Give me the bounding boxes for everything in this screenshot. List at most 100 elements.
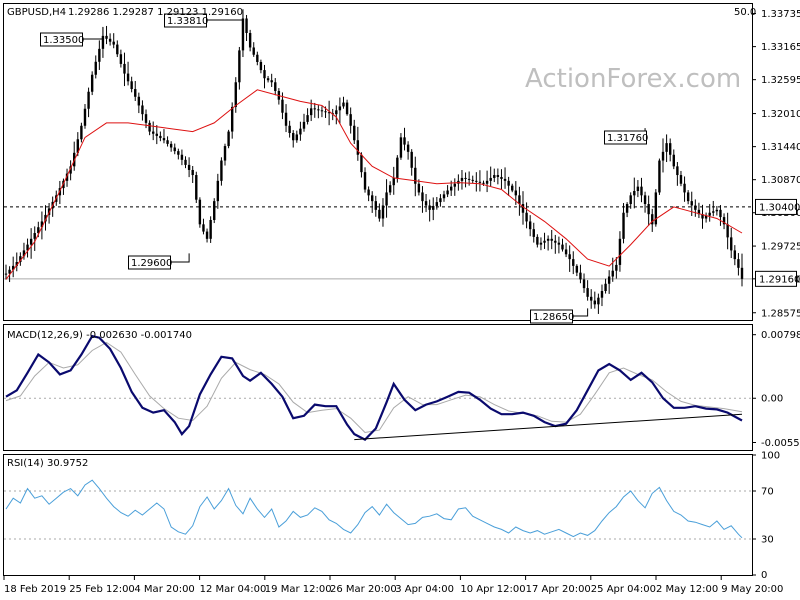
candle-body xyxy=(162,138,166,141)
candle-body xyxy=(363,172,367,190)
candle-body xyxy=(625,204,629,213)
candle-body xyxy=(180,154,184,160)
x-tick-label: 25 Apr 04:00 xyxy=(591,584,656,595)
candle-body xyxy=(209,219,212,239)
candle-body xyxy=(342,102,345,107)
candle-body xyxy=(166,140,169,144)
candle-body xyxy=(597,297,600,305)
candle-body xyxy=(191,169,194,176)
macd-tick-label: 0.00 xyxy=(761,394,783,405)
candle-body xyxy=(449,186,453,191)
candle-body xyxy=(299,128,302,135)
candle-body xyxy=(29,238,33,245)
price-tick-label: 1.30870 xyxy=(761,175,800,186)
price-tick-label: 1.33165 xyxy=(761,42,800,53)
candle-body xyxy=(712,211,715,213)
current-price-marker: 1.29160 xyxy=(759,274,800,285)
candle-body xyxy=(259,61,263,71)
candle-body xyxy=(554,240,557,243)
candle-body xyxy=(292,133,295,141)
candle-body xyxy=(564,249,568,255)
candle-body xyxy=(4,273,8,275)
candle-body xyxy=(195,175,198,200)
annotation-label: 1.33500 xyxy=(43,35,84,46)
candle-body xyxy=(478,181,482,183)
candle-body xyxy=(152,131,155,134)
candle-body xyxy=(367,189,370,196)
price-tick-label: 1.33735 xyxy=(761,9,800,20)
candle-body xyxy=(525,212,528,222)
corner-value: 50.0 xyxy=(734,7,756,18)
candle-body xyxy=(184,159,187,165)
candle-body xyxy=(550,238,553,241)
candle-body xyxy=(719,209,722,218)
candle-body xyxy=(604,283,607,292)
rsi-title: RSI(14) 30.9752 xyxy=(7,458,88,469)
candle-body xyxy=(385,192,388,206)
candle-body xyxy=(665,143,668,152)
candle-body xyxy=(482,182,485,184)
candle-body xyxy=(371,195,374,202)
candle-body xyxy=(514,190,518,196)
x-tick-label: 3 Apr 04:00 xyxy=(395,584,454,595)
candle-body xyxy=(715,209,719,212)
candle-body xyxy=(317,109,320,111)
chart-window: ActionForex.com 1.33735 1.33165 1.32595 1.3… xyxy=(3,3,800,595)
candle-body xyxy=(647,204,650,215)
candle-body xyxy=(661,151,665,161)
candle-body xyxy=(374,201,377,210)
candle-body xyxy=(248,32,252,48)
candle-body xyxy=(281,99,284,113)
candle-body xyxy=(590,296,593,301)
candle-body xyxy=(388,185,392,193)
candle-body xyxy=(410,151,413,168)
price-pane xyxy=(3,3,753,321)
candle-body xyxy=(98,48,101,62)
x-tick-label: 18 Feb 2019 xyxy=(4,584,66,595)
candle-body xyxy=(546,238,550,241)
candle-body xyxy=(464,177,467,179)
candle-body xyxy=(137,96,141,106)
candle-body xyxy=(460,177,464,181)
candle-body xyxy=(683,183,686,193)
candle-body xyxy=(263,70,266,79)
candle-body xyxy=(349,114,352,126)
candle-body xyxy=(446,190,449,195)
candle-body xyxy=(643,195,647,205)
price-tick-label: 1.31440 xyxy=(761,142,800,153)
candle-body xyxy=(403,137,406,145)
candle-body xyxy=(607,276,611,284)
candle-body xyxy=(173,147,176,152)
candle-body xyxy=(241,18,245,51)
candle-body xyxy=(575,265,579,273)
candle-body xyxy=(112,41,115,45)
reference-price-marker: 1.30400 xyxy=(759,202,800,213)
candle-body xyxy=(306,115,309,122)
candle-body xyxy=(543,240,546,243)
candle-body xyxy=(108,38,112,42)
candle-body xyxy=(500,176,503,179)
watermark: ActionForex.com xyxy=(525,64,741,94)
candle-body xyxy=(213,201,216,220)
candle-body xyxy=(94,61,97,75)
candle-body xyxy=(123,63,126,74)
candle-body xyxy=(144,114,148,123)
candle-body xyxy=(399,137,403,158)
ohlc-label: 1.29286 1.29287 1.29123 1.29160 xyxy=(68,7,243,18)
candle-body xyxy=(324,111,327,113)
candle-body xyxy=(381,205,385,219)
candle-body xyxy=(313,108,316,110)
candle-body xyxy=(633,190,636,196)
candle-body xyxy=(227,131,230,147)
candle-body xyxy=(618,238,622,265)
candle-body xyxy=(539,242,543,245)
candle-body xyxy=(270,80,273,83)
x-tick-label: 17 Apr 20:00 xyxy=(526,584,591,595)
x-tick-label: 9 May 20:00 xyxy=(721,584,783,595)
candle-body xyxy=(392,177,395,186)
candle-body xyxy=(690,201,693,206)
annotation-label: 1.29600 xyxy=(131,258,172,269)
price-tick-label: 1.32010 xyxy=(761,109,800,120)
candle-body xyxy=(485,180,489,184)
x-tick-label: 12 Mar 04:00 xyxy=(200,584,267,595)
